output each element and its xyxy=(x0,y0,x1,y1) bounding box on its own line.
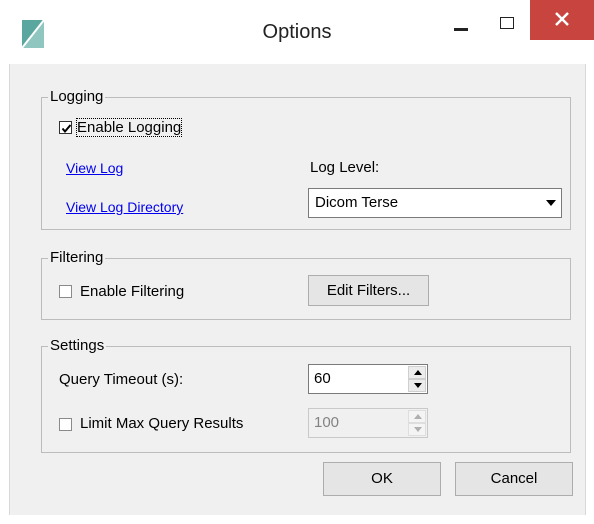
enable-logging-checkbox[interactable] xyxy=(59,121,72,134)
filtering-legend: Filtering xyxy=(48,249,106,267)
title-bar[interactable]: Options xyxy=(0,0,594,64)
minimize-button[interactable] xyxy=(438,0,484,40)
enable-filtering-label[interactable]: Enable Filtering xyxy=(80,283,184,300)
checkmark-icon xyxy=(61,124,72,134)
view-log-directory-link[interactable]: View Log Directory xyxy=(66,199,183,215)
dialog-body: Logging Enable Logging View Log View Log… xyxy=(9,64,586,516)
log-level-select[interactable]: Dicom Terse xyxy=(308,188,562,218)
settings-legend: Settings xyxy=(48,337,107,355)
log-level-value: Dicom Terse xyxy=(315,194,399,211)
log-level-label: Log Level: xyxy=(310,159,380,176)
spin-down-icon xyxy=(408,423,426,436)
cancel-button[interactable]: Cancel xyxy=(455,462,573,496)
chevron-down-icon[interactable] xyxy=(541,189,561,217)
window-bottom-edge xyxy=(0,515,594,524)
query-timeout-label: Query Timeout (s): xyxy=(59,371,184,388)
enable-filtering-checkbox[interactable] xyxy=(59,285,72,298)
limit-max-query-results-label[interactable]: Limit Max Query Results xyxy=(80,415,243,432)
enable-logging-label[interactable]: Enable Logging xyxy=(75,118,183,137)
maximize-button[interactable] xyxy=(484,0,530,40)
spin-up-icon[interactable] xyxy=(408,366,426,379)
limit-max-query-results-checkbox[interactable] xyxy=(59,418,72,431)
query-timeout-stepper[interactable]: 60 xyxy=(308,364,428,394)
query-timeout-value: 60 xyxy=(314,370,331,387)
max-query-results-stepper: 100 xyxy=(308,408,428,438)
spin-buttons xyxy=(408,366,426,392)
ok-button[interactable]: OK xyxy=(323,462,441,496)
settings-group: Settings xyxy=(41,337,571,453)
spin-up-icon xyxy=(408,410,426,423)
logging-legend: Logging xyxy=(48,88,106,106)
spin-down-icon[interactable] xyxy=(408,379,426,392)
spin-buttons-disabled xyxy=(408,410,426,436)
close-icon xyxy=(555,12,569,26)
view-log-link[interactable]: View Log xyxy=(66,160,123,176)
options-dialog: Options Logging Enable Logging View Log … xyxy=(0,0,594,524)
max-query-results-value: 100 xyxy=(314,414,340,431)
edit-filters-button[interactable]: Edit Filters... xyxy=(308,275,429,306)
close-button[interactable] xyxy=(530,0,594,40)
